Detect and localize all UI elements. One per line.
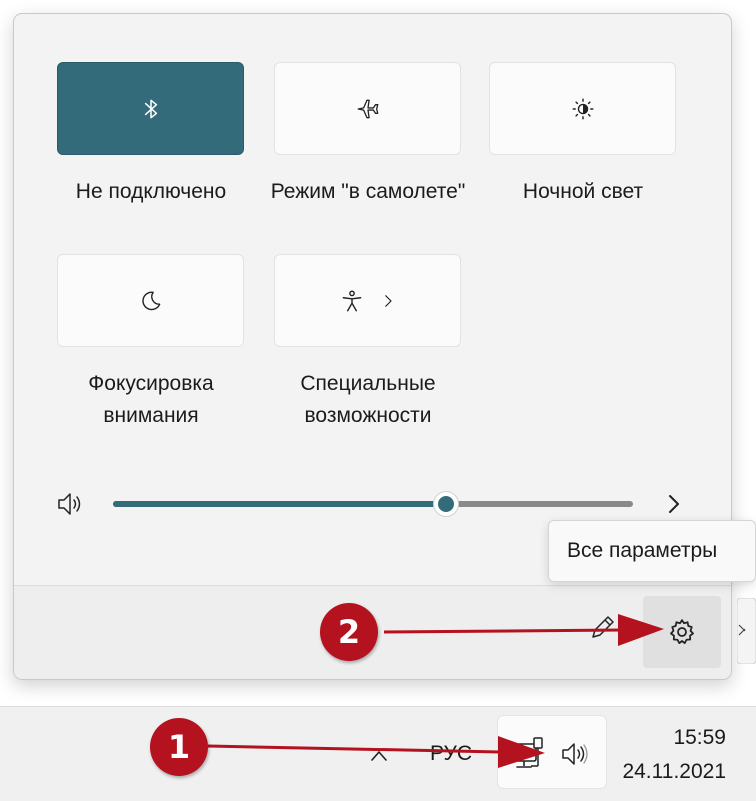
airplane-mode-tile[interactable] — [274, 62, 461, 155]
annotation-marker-1: 1 — [150, 718, 208, 776]
network-volume-tray-button[interactable] — [497, 715, 607, 789]
taskbar: РУС 15:59 24.11.2021 — [0, 706, 756, 801]
airplane-icon — [357, 99, 378, 118]
airplane-mode-tile-label: Режим "в самолете" — [270, 180, 466, 203]
volume-slider-fill — [113, 501, 446, 507]
speaker-icon[interactable] — [56, 490, 86, 518]
focus-assist-tile-label: Фокусировка внимания — [88, 372, 214, 427]
volume-slider-thumb-dot — [437, 496, 454, 512]
pencil-icon[interactable] — [588, 612, 618, 642]
accessibility-icon — [342, 290, 361, 311]
speaker-icon — [562, 743, 588, 765]
chevron-up-icon[interactable] — [369, 747, 389, 765]
bluetooth-tile[interactable] — [57, 62, 244, 155]
focus-assist-tile[interactable] — [57, 254, 244, 347]
focus-moon-icon — [141, 291, 160, 310]
clock-date[interactable]: 24.11.2021 — [622, 759, 726, 785]
accessibility-tile-label: Специальные возможности — [300, 372, 436, 427]
gear-icon — [670, 619, 694, 644]
night-light-tile-label: Ночной свет — [522, 180, 644, 203]
volume-slider-thumb[interactable] — [432, 491, 459, 517]
accessibility-tile[interactable] — [274, 254, 461, 347]
network-icon — [511, 737, 543, 768]
night-light-icon — [572, 98, 593, 119]
partial-icon — [737, 598, 756, 664]
annotation-marker-2: 2 — [320, 603, 378, 661]
clock-time[interactable]: 15:59 — [673, 725, 726, 751]
input-language-indicator[interactable]: РУС — [430, 742, 472, 766]
bluetooth-icon — [144, 99, 157, 118]
chevron-right-icon[interactable] — [664, 492, 684, 516]
night-light-tile[interactable] — [489, 62, 676, 155]
all-settings-tooltip: Все параметры — [548, 520, 756, 582]
chevron-right-icon — [384, 294, 392, 307]
all-settings-button[interactable] — [643, 596, 721, 668]
volume-slider[interactable] — [113, 491, 633, 517]
bluetooth-tile-label: Не подключено — [75, 180, 227, 203]
